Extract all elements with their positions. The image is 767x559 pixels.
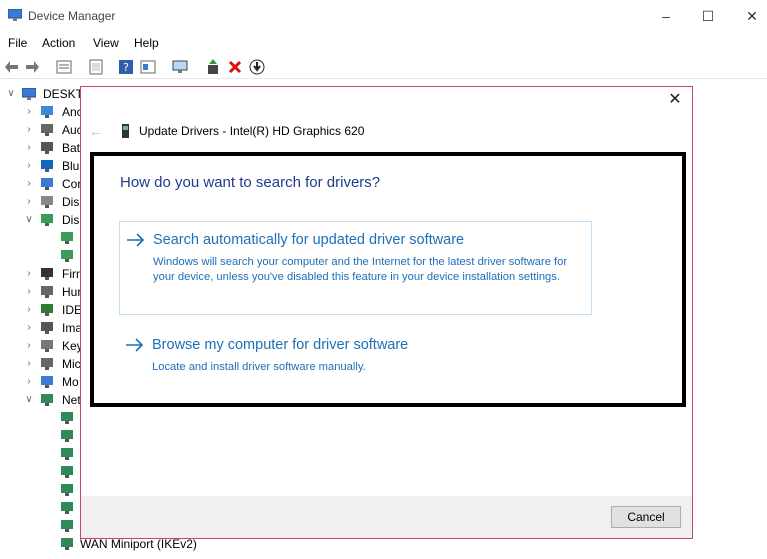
tree-item-label: IDE [62,303,83,317]
update-driver-icon[interactable] [205,59,221,75]
mouse-icon [41,358,53,370]
network-adapter-icon [61,412,73,424]
expand-caret-icon[interactable]: › [24,175,34,193]
dialog-close-icon[interactable]: ✕ [666,91,684,109]
tree-item-label: Cor [62,177,82,191]
network-adapter-icon [61,430,73,442]
svg-text:?: ? [123,61,129,74]
network-adapter-icon [61,466,73,478]
speaker-icon [41,124,53,136]
window-title: Device Manager [28,9,116,23]
expand-caret-icon[interactable]: › [24,139,34,157]
network-adapter-icon [61,502,73,514]
expand-caret-icon[interactable]: › [24,355,34,373]
uninstall-icon[interactable] [227,59,243,75]
display-adapter-icon [61,232,73,244]
expand-caret-icon[interactable]: › [24,103,34,121]
update-drivers-dialog: ✕ ← Update Drivers - Intel(R) HD Graphic… [80,86,693,539]
network-adapter-icon [61,448,73,460]
title-bar: Device Manager – ☐ ✕ [0,0,767,32]
collapse-caret-icon[interactable]: ∨ [6,85,16,103]
tree-item-label: Disl [62,195,82,209]
forward-arrow-icon[interactable] [24,59,40,75]
tree-item-label: Mic [62,357,81,371]
disk-drive-icon [41,196,53,208]
firmware-icon [41,268,53,280]
menu-help[interactable]: Help [134,36,159,50]
expand-caret-icon[interactable]: › [24,121,34,139]
expand-caret-icon[interactable]: › [24,319,34,337]
maximize-button[interactable]: ☐ [693,6,723,26]
ide-controller-icon [41,304,53,316]
dialog-title: Update Drivers - Intel(R) HD Graphics 62… [139,124,365,138]
battery-icon [41,142,53,154]
download-icon[interactable] [249,59,265,75]
search-automatically-option[interactable]: Search automatically for updated driver … [119,221,592,315]
option-heading: Browse my computer for driver software [152,337,409,353]
toolbar: ? [0,56,767,79]
computer-icon [22,88,36,100]
network-adapter-icon [61,520,73,532]
tree-item-label: Ima [62,321,83,335]
collapse-caret-icon[interactable]: ∨ [24,211,34,229]
device-manager-icon [8,9,22,21]
tree-item-label: Bat [62,141,81,155]
menu-action[interactable]: Action [42,36,75,50]
expand-caret-icon[interactable]: › [24,301,34,319]
audio-io-icon [41,106,53,118]
camera-icon [41,322,53,334]
expand-caret-icon[interactable]: › [24,373,34,391]
properties-icon[interactable] [56,59,72,75]
tree-item-label: Mo [62,375,79,389]
menu-bar: File Action View Help [0,32,767,54]
close-button[interactable]: ✕ [737,6,767,26]
update-list-icon[interactable] [88,59,104,75]
display-adapter-icon [41,214,53,226]
expand-caret-icon[interactable]: › [24,193,34,211]
cancel-button[interactable]: Cancel [611,506,681,528]
display-adapter-icon [61,250,73,262]
arrow-right-icon [127,233,145,247]
tree-item-label: Hur [62,285,82,299]
option-description: Windows will search your computer and th… [153,256,568,283]
dialog-question: How do you want to search for drivers? [120,174,381,191]
minimize-button[interactable]: – [651,6,681,26]
expand-caret-icon[interactable]: › [24,265,34,283]
back-arrow-icon[interactable]: ← [89,123,103,139]
option-description: Locate and install driver software manua… [152,361,366,373]
show-hidden-icon[interactable] [140,59,156,75]
browse-computer-option[interactable]: Browse my computer for driver software L… [119,327,592,379]
expand-caret-icon[interactable]: › [24,337,34,355]
back-arrow-icon[interactable] [4,59,20,75]
expand-caret-icon[interactable]: › [24,157,34,175]
menu-view[interactable]: View [93,36,119,50]
network-adapter-icon [61,538,73,550]
menu-file[interactable]: File [8,36,27,50]
help-icon[interactable]: ? [118,59,134,75]
network-adapter-icon [41,394,53,406]
monitor-icon [41,376,53,388]
computer-icon [41,178,53,190]
tree-item-label: Net [62,393,81,407]
scan-hardware-icon[interactable] [172,59,188,75]
tree-item-label: Blu [62,159,80,173]
arrow-right-icon [126,338,144,352]
collapse-caret-icon[interactable]: ∨ [24,391,34,409]
expand-caret-icon[interactable]: › [24,283,34,301]
dialog-footer: Cancel [81,496,692,538]
graphics-card-icon [122,124,129,138]
hid-icon [41,286,53,298]
network-adapter-icon [61,484,73,496]
keyboard-icon [41,340,53,352]
bluetooth-icon [41,160,53,172]
option-heading: Search automatically for updated driver … [153,232,465,248]
